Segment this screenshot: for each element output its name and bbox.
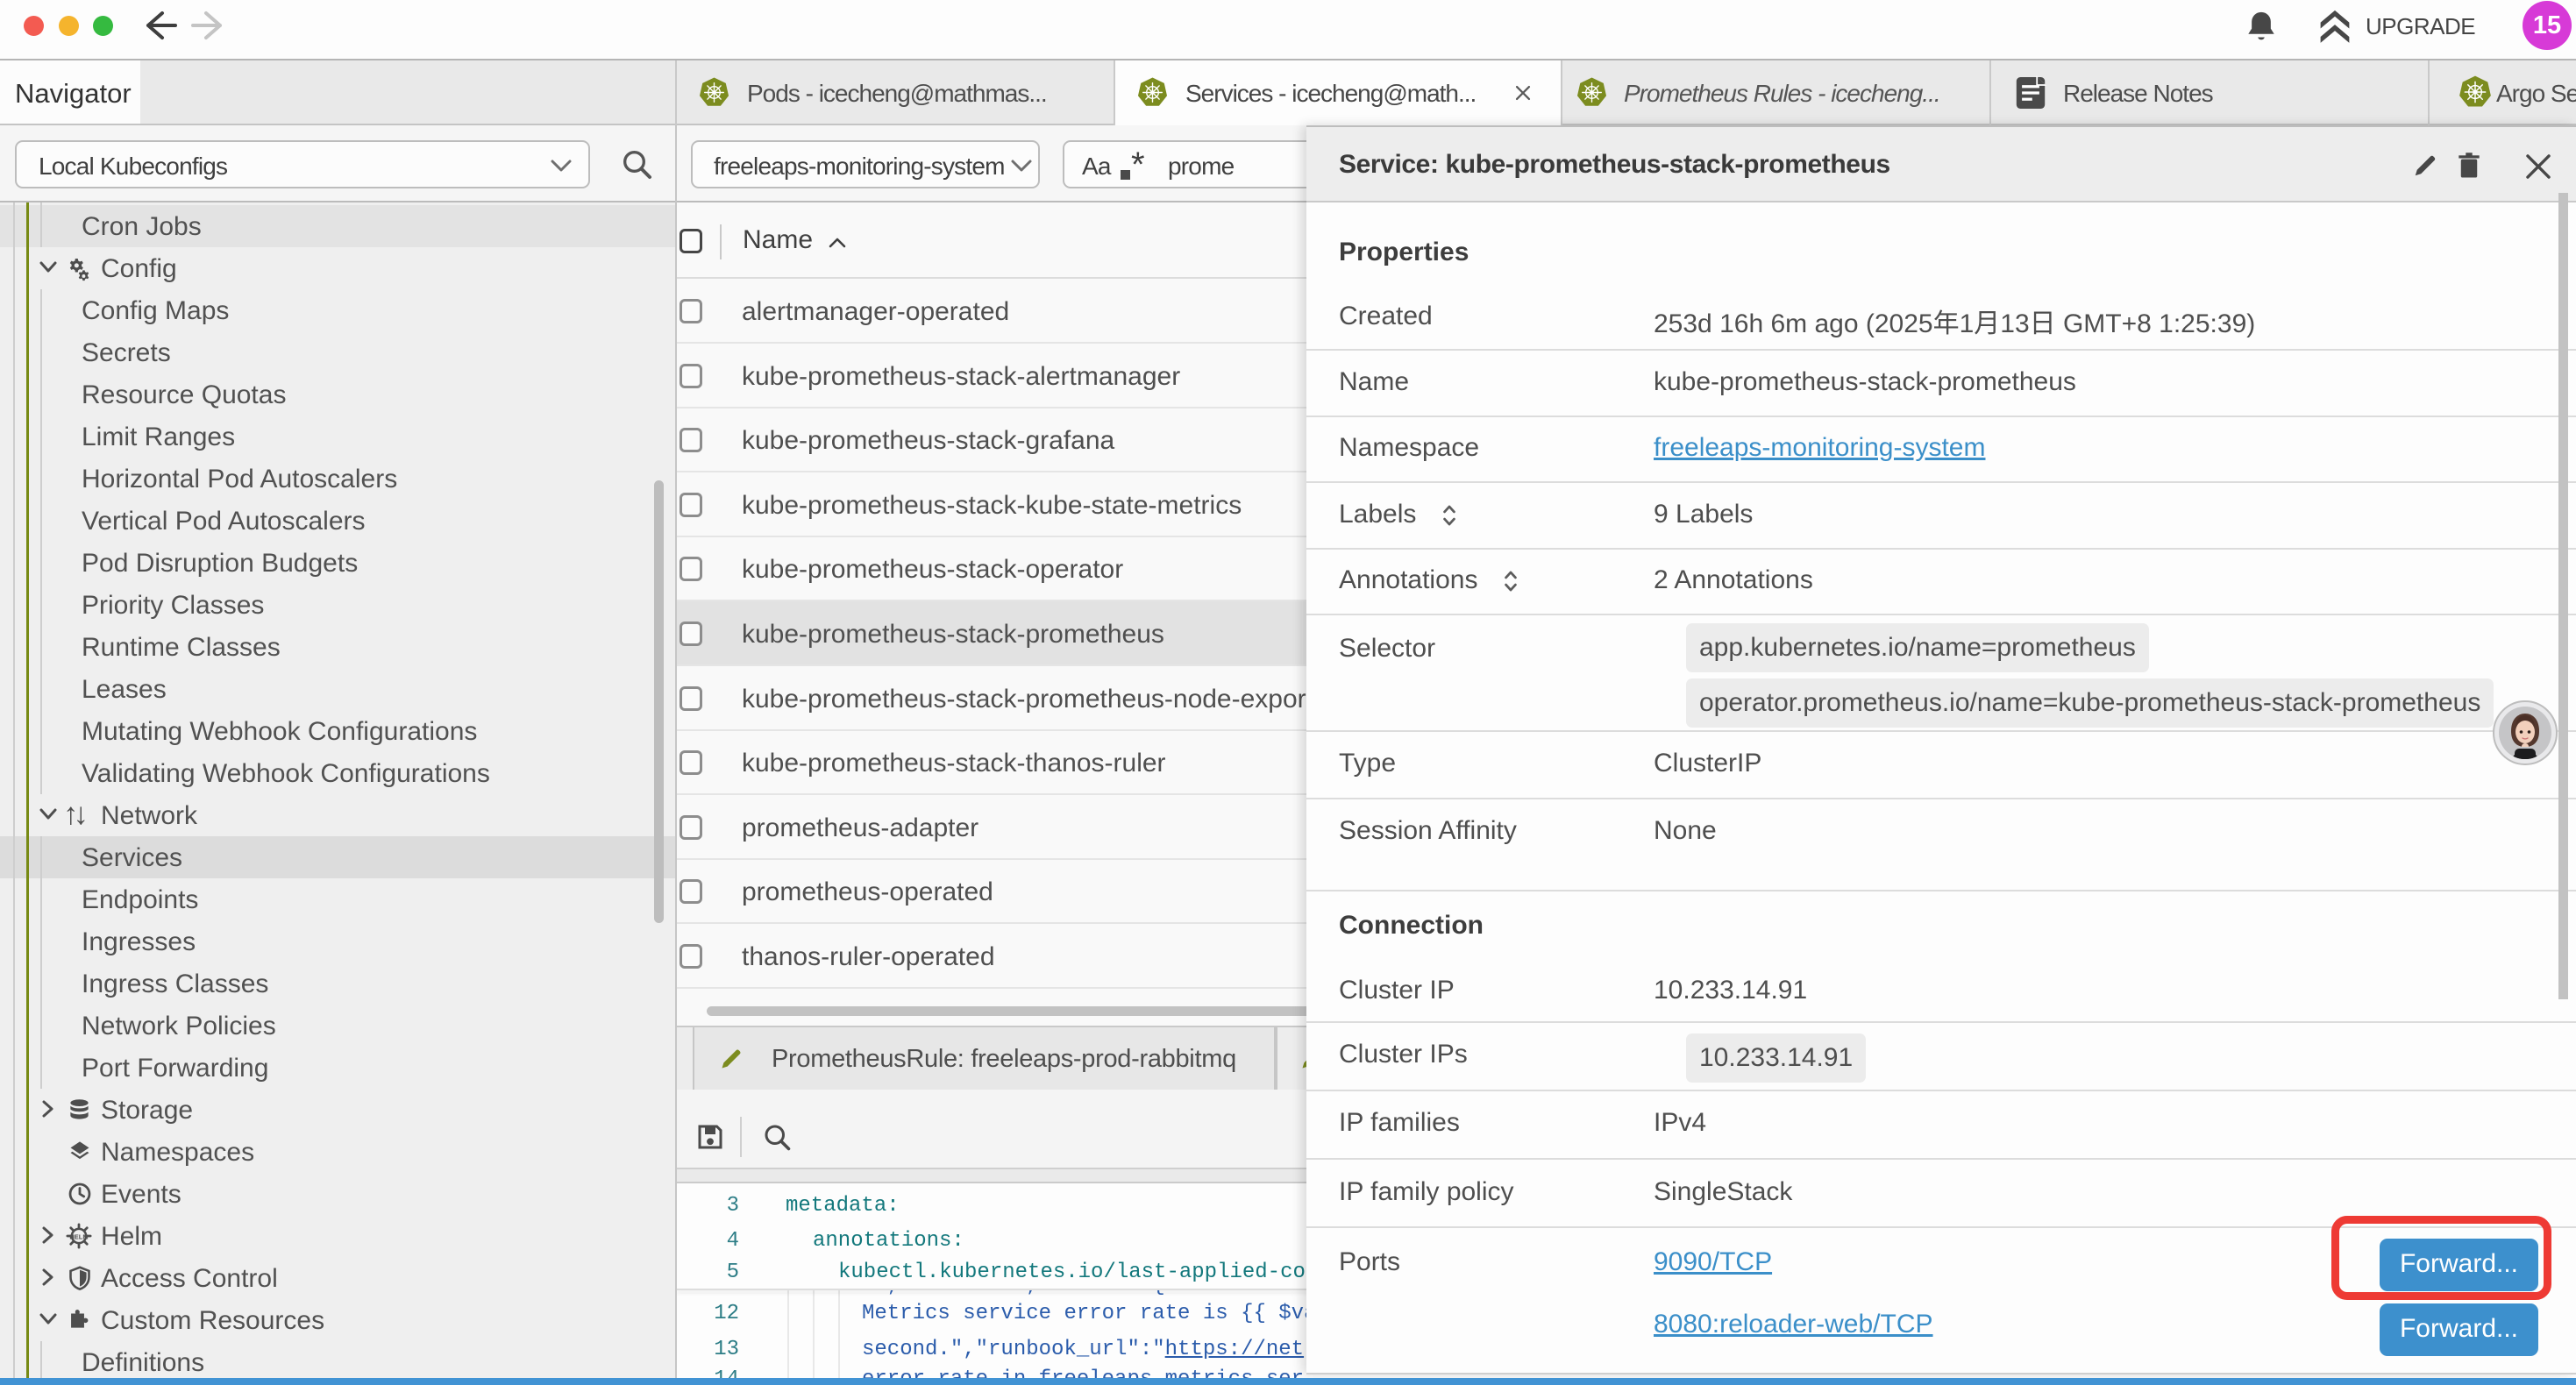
svg-text:HELM: HELM xyxy=(69,1232,88,1240)
